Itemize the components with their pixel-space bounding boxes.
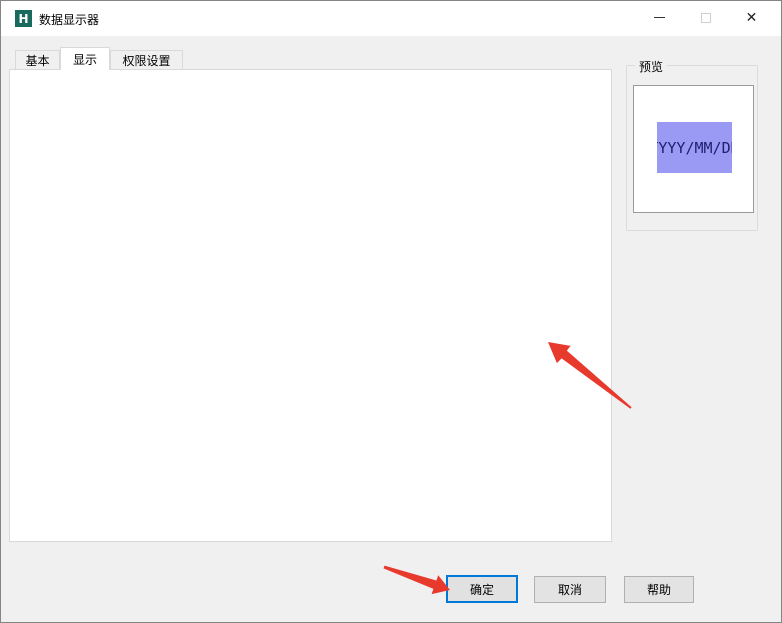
- annotation-arrow-ok: [384, 566, 451, 595]
- close-icon: ✕: [746, 11, 758, 25]
- preview-text: YYYY/MM/DD: [657, 139, 732, 157]
- titlebar: H 数据显示器 ✕: [1, 1, 781, 36]
- preview-group-title: 预览: [635, 58, 667, 75]
- maximize-icon: [701, 13, 711, 23]
- preview-data-display: YYYY/MM/DD: [657, 122, 732, 173]
- tab-permission[interactable]: 权限设置: [110, 50, 183, 70]
- app-icon: H: [15, 10, 32, 27]
- window-title: 数据显示器: [39, 11, 99, 28]
- close-button[interactable]: ✕: [729, 1, 774, 34]
- display-tab-page: [9, 69, 612, 542]
- tab-basic[interactable]: 基本: [15, 50, 60, 70]
- help-button[interactable]: 帮助: [624, 576, 694, 603]
- ok-button[interactable]: 确定: [446, 575, 518, 603]
- tab-display[interactable]: 显示: [60, 47, 110, 70]
- minimize-icon: [654, 17, 665, 18]
- cancel-button[interactable]: 取消: [534, 576, 606, 603]
- data-display-dialog: H 数据显示器 ✕ 基本 显示 权限设置 字体 字体: 汉字库字体 字体大小: …: [0, 0, 782, 623]
- minimize-button[interactable]: [637, 1, 682, 34]
- maximize-button: [683, 1, 728, 34]
